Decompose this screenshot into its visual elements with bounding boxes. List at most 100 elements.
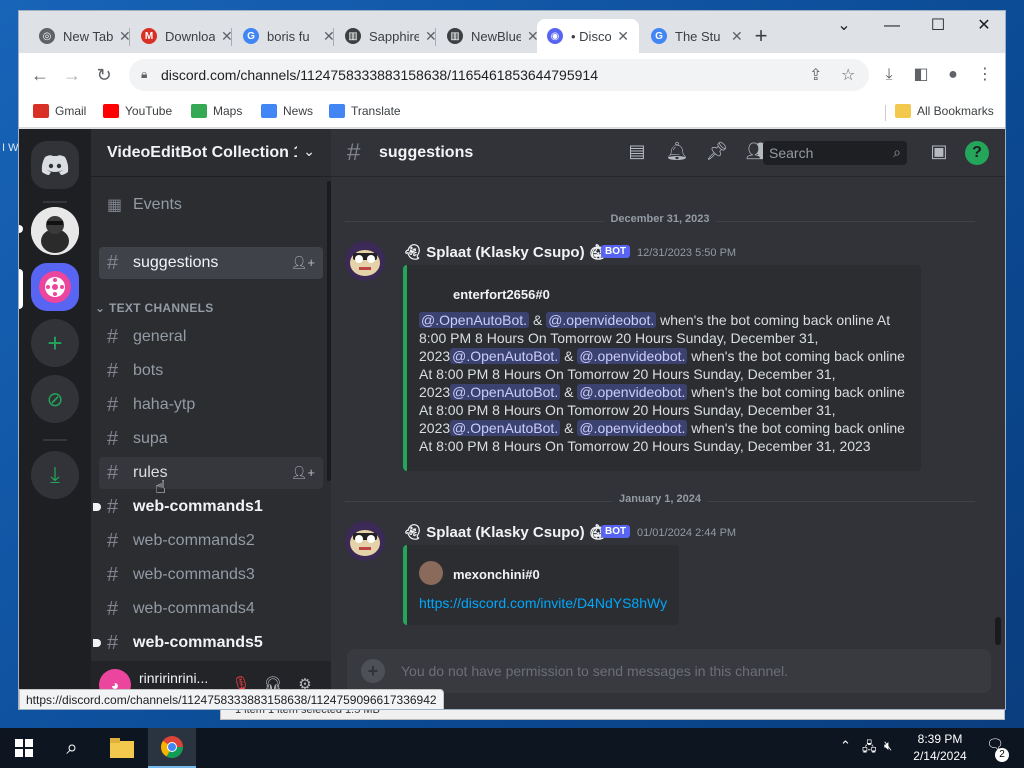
new-tab-button[interactable]: + [747,23,775,51]
author-name: Splaat (Klasky Csupo) [426,244,585,261]
gmail-icon [33,104,49,118]
minimize-button[interactable]: — [869,11,915,41]
search-input[interactable]: Search ⌕ [763,141,907,165]
close-icon[interactable]: ✕ [731,28,743,45]
back-icon[interactable]: ← [27,62,53,88]
share-icon[interactable]: ⇪ [809,65,822,85]
message-timestamp[interactable]: 01/01/2024 2:44 PM [637,527,736,539]
url-text[interactable]: discord.com/channels/1124758333883158638… [161,67,598,83]
tab-3[interactable]: ▥ Sapphire ✕ [335,19,447,53]
bookmark-maps[interactable]: Maps [191,104,242,118]
embed-author[interactable]: enterfort2656#0 [453,287,550,302]
bookmark-youtube[interactable]: YouTube [103,104,172,118]
embed-text-fragment: & [560,420,578,436]
username[interactable]: rinririnrini... [139,670,219,686]
reload-icon[interactable]: ↻ [91,62,117,88]
download-apps-icon[interactable]: ⤓ [31,451,79,499]
server-icon-user-avatar[interactable] [31,207,79,255]
add-server-icon[interactable]: + [31,319,79,367]
channel-web-commands5[interactable]: # web-commands5 [93,627,323,659]
profile-icon[interactable]: ● [941,63,965,87]
user-mention[interactable]: @.OpenAutoBot. [419,312,530,328]
tab-5-active[interactable]: ◉ • Discord ✕ [537,19,639,53]
tab-4[interactable]: ▥ NewBlue ✕ [437,19,549,53]
message-composer[interactable]: + You do not have permission to send mes… [347,649,991,693]
bookmark-star-icon[interactable]: ☆ [841,65,855,85]
pin-icon[interactable]: 📌︎ [705,141,729,165]
invite-icon[interactable]: 👤︎+ [291,465,315,481]
bell-icon[interactable]: 🔔︎ [665,141,689,165]
chrome-taskbar-icon[interactable] [148,728,196,768]
channel-supa[interactable]: # supa [99,423,323,455]
bot-badge: BOT [601,245,631,258]
taskbar: ⌕ ⌃ 🖧︎ 🔇︎ 8:39 PM 2/14/2024 🗨︎ 2 [0,728,1024,768]
volume-muted-icon[interactable]: 🔇︎ [884,738,892,754]
tab-2[interactable]: G boris fu ✕ [233,19,345,53]
tab-1[interactable]: M Download ✕ [131,19,243,53]
avatar[interactable] [345,521,385,561]
bookmark-gmail[interactable]: Gmail [33,104,86,118]
close-window-button[interactable]: ✕ [961,11,1005,41]
message-author[interactable]: 👻︎ Splaat (Klasky Csupo) 🎃︎ [403,523,608,541]
google-icon: G [651,28,667,44]
channel-web-commands2[interactable]: # web-commands2 [99,525,323,557]
user-mention[interactable]: @.openvideobot. [577,348,688,364]
invite-icon[interactable]: 👤︎+ [291,255,315,271]
threads-icon[interactable]: ▤ [625,141,649,165]
channel-haha-ytp[interactable]: # haha-ytp [99,389,323,421]
channel-general[interactable]: # general [99,321,323,353]
tab-6[interactable]: G The Stu ✕ [641,19,753,53]
server-icon-videoeditbot[interactable] [31,263,79,311]
forward-icon[interactable]: → [59,62,85,88]
lock-icon[interactable]: 🔒︎ [141,67,147,82]
user-mention[interactable]: @.openvideobot. [577,420,688,436]
user-mention[interactable]: @.OpenAutoBot. [450,420,561,436]
embed-author[interactable]: mexonchini#0 [453,567,540,582]
tab-search-icon[interactable]: ⌄ [821,11,867,41]
date-divider-label: January 1, 2024 [613,493,707,505]
close-icon[interactable]: ✕ [617,28,629,45]
channel-web-commands4[interactable]: # web-commands4 [99,593,323,625]
help-icon[interactable]: ? [965,141,989,165]
channel-bots[interactable]: # bots [99,355,323,387]
menu-icon[interactable]: ⋮ [973,63,997,87]
server-header[interactable]: VideoEditBot Collection 1.0 ⌄ [91,129,331,177]
link-status-bubble: https://discord.com/channels/11247583338… [19,689,444,709]
message-timestamp[interactable]: 12/31/2023 5:50 PM [637,247,736,259]
file-explorer-icon[interactable] [98,728,146,768]
chat-scrollbar[interactable] [995,617,1001,645]
user-mention[interactable]: @.openvideobot. [546,312,657,328]
bookmark-translate[interactable]: Translate [329,104,401,118]
hash-icon: # [347,139,361,166]
channel-suggestions[interactable]: # suggestions 👤︎+ [99,247,323,279]
channel-web-commands3[interactable]: # web-commands3 [99,559,323,591]
download-icon[interactable]: ⤓ [877,63,901,87]
side-panel-icon[interactable]: ◧ [909,63,933,87]
user-mention[interactable]: @.OpenAutoBot. [450,348,561,364]
bookmark-news[interactable]: News [261,104,313,118]
category-text-channels[interactable]: ⌄ TEXT CHANNELS [95,301,214,315]
all-bookmarks[interactable]: All Bookmarks [895,104,994,118]
inbox-icon[interactable]: ▣ [927,141,951,165]
invite-link[interactable]: https://discord.com/invite/D4NdYS8hWy [419,595,667,611]
clock[interactable]: 8:39 PM 2/14/2024 [900,731,980,765]
discord-home-icon[interactable] [31,141,79,189]
explore-compass-icon[interactable]: ⊘ [31,375,79,423]
channel-web-commands1[interactable]: # web-commands1 [93,491,323,523]
search-icon[interactable]: ⌕ [48,728,96,768]
address-bar[interactable]: 🔒︎ discord.com/channels/1124758333883158… [129,59,869,91]
network-icon[interactable]: 🖧︎ [862,738,877,760]
start-button[interactable] [0,728,48,768]
hash-icon: # [107,393,119,416]
user-mention[interactable]: @.OpenAutoBot. [450,384,561,400]
events-item[interactable]: ▦ Events [99,189,323,221]
browser-toolbar: ← → ↻ 🔒︎ discord.com/channels/1124758333… [19,53,1005,97]
maximize-button[interactable]: ☐ [915,11,961,41]
add-attachment-icon[interactable]: + [361,659,385,683]
message-author[interactable]: 👻︎ Splaat (Klasky Csupo) 🎃︎ [403,243,608,261]
channel-rules[interactable]: # rules 👤︎+ [99,457,323,489]
avatar[interactable] [345,241,385,281]
tab-0[interactable]: ◎ New Tab ✕ [29,19,141,53]
chevron-up-icon[interactable]: ⌃ [840,738,851,754]
user-mention[interactable]: @.openvideobot. [577,384,688,400]
